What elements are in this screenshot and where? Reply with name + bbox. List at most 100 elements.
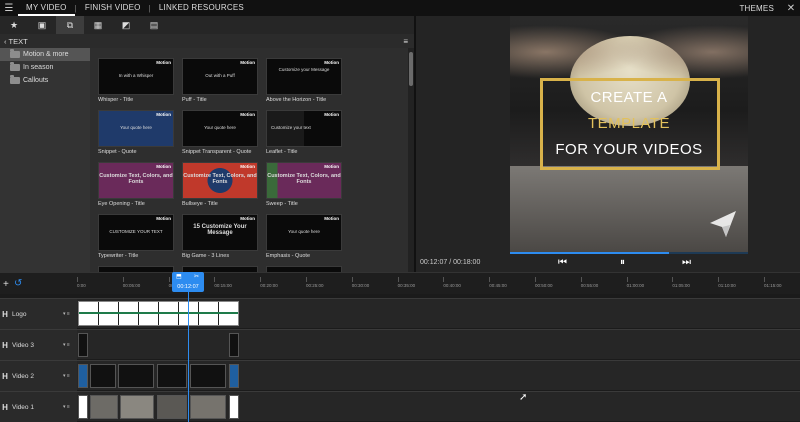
folder-upload-icon[interactable]: ▣	[28, 16, 56, 34]
current-time: 00:12:07	[420, 259, 448, 266]
section-title: TEXT	[8, 36, 28, 46]
template-sweep[interactable]: Motion Customize Text, Colors, and Fonts…	[266, 162, 342, 207]
playback-progress-bar[interactable]	[510, 252, 748, 254]
template-emphasis[interactable]: Motion Your quote here Emphasis - Quote	[266, 214, 342, 259]
video-icon[interactable]: ▦	[84, 16, 112, 34]
template-thumbnail: Motion Customize your Message	[266, 58, 342, 95]
image-icon[interactable]: ◩	[112, 16, 140, 34]
track-header[interactable]: H Video 2 ▾ ≡	[0, 361, 77, 391]
video-clip[interactable]	[90, 364, 116, 388]
template-caption: Snippet Transparent - Quote	[182, 149, 252, 155]
video-clip[interactable]	[78, 333, 88, 357]
template-bullseye[interactable]: Motion Customize Text, Colors, and Fonts…	[182, 162, 258, 207]
track-logo: H Logo ▾ ≡	[0, 298, 800, 329]
folder-icon	[10, 75, 20, 84]
template-caption: Above the Horizon - Title	[266, 97, 327, 103]
undo-icon[interactable]: ↺	[14, 278, 22, 289]
template-thumbnail: Motion Your quote here	[182, 110, 258, 147]
marker-icon[interactable]: ⬒	[176, 273, 182, 280]
track-menu-icon[interactable]: ▾ ≡	[63, 404, 77, 410]
star-icon[interactable]: ★	[0, 16, 28, 34]
motion-badge: Motion	[156, 216, 171, 221]
text-layers-icon[interactable]: ⧉	[56, 16, 84, 34]
back-chevron-icon[interactable]: ‹	[0, 37, 9, 46]
template-caption: Typewriter - Title	[98, 253, 139, 259]
pause-icon[interactable]: ⏸	[620, 257, 625, 268]
skip-back-icon[interactable]: ⏮	[558, 257, 567, 268]
template-typewriter[interactable]: Motion CUSTOMIZE YOUR TEXT Typewriter - …	[98, 214, 174, 259]
thumbnail-text: 15 Customize Your Message	[193, 224, 247, 236]
hamburger-menu-icon[interactable]: ☰	[0, 3, 18, 14]
logo-clip[interactable]	[78, 301, 239, 326]
drag-handle-icon[interactable]: H	[0, 372, 10, 381]
playhead-time: 00:12:07	[177, 284, 199, 290]
skip-forward-icon[interactable]: ⏭	[682, 257, 691, 268]
category-callouts[interactable]: Callouts	[0, 74, 90, 87]
template-above-horizon[interactable]: Motion Customize your Message Above the …	[266, 58, 342, 103]
track-menu-icon[interactable]: ▾ ≡	[63, 373, 77, 379]
template-puff[interactable]: Motion Out with a Puff Puff - Title	[182, 58, 258, 103]
drag-handle-icon[interactable]: H	[0, 341, 10, 350]
template-thumbnail: Motion In with a Whisper	[98, 58, 174, 95]
motion-badge: Motion	[324, 216, 339, 221]
tab-my-video[interactable]: MY VIDEO	[18, 0, 75, 16]
video-clip[interactable]	[229, 395, 239, 419]
video-clip[interactable]	[190, 364, 226, 388]
template-eye-opening[interactable]: Motion Customize Text, Colors, and Fonts…	[98, 162, 174, 207]
template-snippet-transparent[interactable]: Motion Your quote here Snippet Transpare…	[182, 110, 258, 155]
track-menu-icon[interactable]: ▾ ≡	[63, 342, 77, 348]
video-clip[interactable]	[229, 364, 239, 388]
video-clip[interactable]	[229, 333, 239, 357]
template-big-game[interactable]: Motion 15 Customize Your Message Big Gam…	[182, 214, 258, 259]
motion-badge: Motion	[240, 60, 255, 65]
video-clip[interactable]	[78, 364, 88, 388]
close-icon[interactable]: ✕	[782, 3, 800, 14]
add-track-icon[interactable]: +	[3, 279, 9, 290]
video-canvas[interactable]: CREATE A TEMPLATE FOR YOUR VIDEOS	[510, 16, 748, 252]
video-clip[interactable]	[157, 395, 187, 419]
playhead-line[interactable]	[188, 292, 189, 422]
list-menu-icon[interactable]: ≡	[403, 37, 408, 46]
themes-button[interactable]: THEMES	[731, 4, 782, 13]
video-clip[interactable]	[118, 364, 154, 388]
section-header: ‹ TEXT ≡	[0, 34, 414, 48]
ruler-tick-label: 01:10:00	[718, 277, 736, 288]
video-clip[interactable]	[190, 395, 226, 419]
playhead-marker[interactable]: ⬒ ✂ 00:12:07	[172, 272, 204, 292]
video-clip[interactable]	[157, 364, 187, 388]
category-label: Callouts	[23, 77, 49, 84]
scrollbar-thumb[interactable]	[409, 52, 413, 86]
template-snippet[interactable]: Motion Your quote here Snippet - Quote	[98, 110, 174, 155]
ruler-tick-label: 00:40:00	[443, 277, 461, 288]
thumbnail-text: Customize Text, Colors, and Fonts	[267, 173, 341, 185]
video-clip[interactable]	[90, 395, 118, 419]
track-header[interactable]: H Logo ▾ ≡	[0, 299, 77, 329]
template-icon[interactable]: ▤	[140, 16, 168, 34]
motion-badge: Motion	[324, 112, 339, 117]
video-clip[interactable]	[120, 395, 154, 419]
tab-linked-resources[interactable]: LINKED RESOURCES	[151, 0, 252, 16]
tab-finish-video[interactable]: FINISH VIDEO	[77, 0, 149, 16]
template-leaflet[interactable]: Motion Customize your text Leaflet - Tit…	[266, 110, 342, 155]
ruler-tick-label: 01:05:00	[672, 277, 690, 288]
track-menu-icon[interactable]: ▾ ≡	[63, 311, 77, 317]
category-in-season[interactable]: In season	[0, 61, 90, 74]
template-thumbnail: Motion Customize your text	[266, 110, 342, 147]
thumbnail-text: Out with a Puff	[205, 73, 235, 78]
ruler-tick-label: 00:45:00	[489, 277, 507, 288]
track-header[interactable]: H Video 3 ▾ ≡	[0, 330, 77, 360]
track-name: Logo	[12, 310, 27, 318]
template-thumbnail: Motion Your quote here	[266, 214, 342, 251]
thumbnail-text: Your quote here	[120, 125, 152, 130]
drag-handle-icon[interactable]: H	[0, 310, 10, 319]
top-bar: ☰ MY VIDEO | FINISH VIDEO | LINKED RESOU…	[0, 0, 800, 16]
scissors-icon[interactable]: ✂	[194, 273, 199, 280]
template-whisper[interactable]: Motion In with a Whisper Whisper - Title	[98, 58, 174, 103]
track-header[interactable]: H Video 1 ▾ ≡	[0, 392, 77, 422]
video-clip[interactable]	[78, 395, 88, 419]
ruler-tick-label: 00:20:00	[260, 277, 278, 288]
track-name: Video 2	[12, 372, 34, 380]
drag-handle-icon[interactable]: H	[0, 403, 10, 412]
category-motion-more[interactable]: Motion & more	[0, 48, 90, 61]
thumbnail-text: CUSTOMIZE YOUR TEXT	[109, 229, 163, 234]
